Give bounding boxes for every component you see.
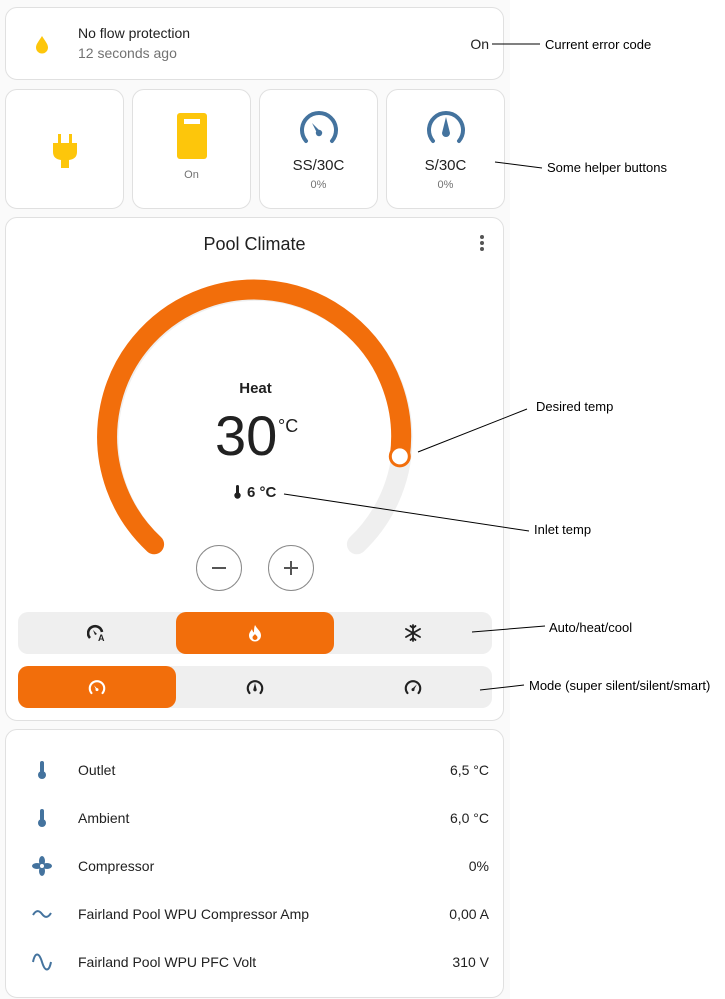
annotation-desired-temp: Desired temp xyxy=(536,399,614,414)
annotation-error-code: Current error code xyxy=(545,37,652,52)
annotation-auto-heat-cool: Auto/heat/cool xyxy=(549,620,633,635)
annotation-inlet-temp: Inlet temp xyxy=(534,522,592,537)
annotation-lines xyxy=(283,43,546,691)
annotation-helper-buttons: Some helper buttons xyxy=(547,160,667,175)
annotation-mode: Mode (super silent/silent/smart) xyxy=(529,678,711,693)
